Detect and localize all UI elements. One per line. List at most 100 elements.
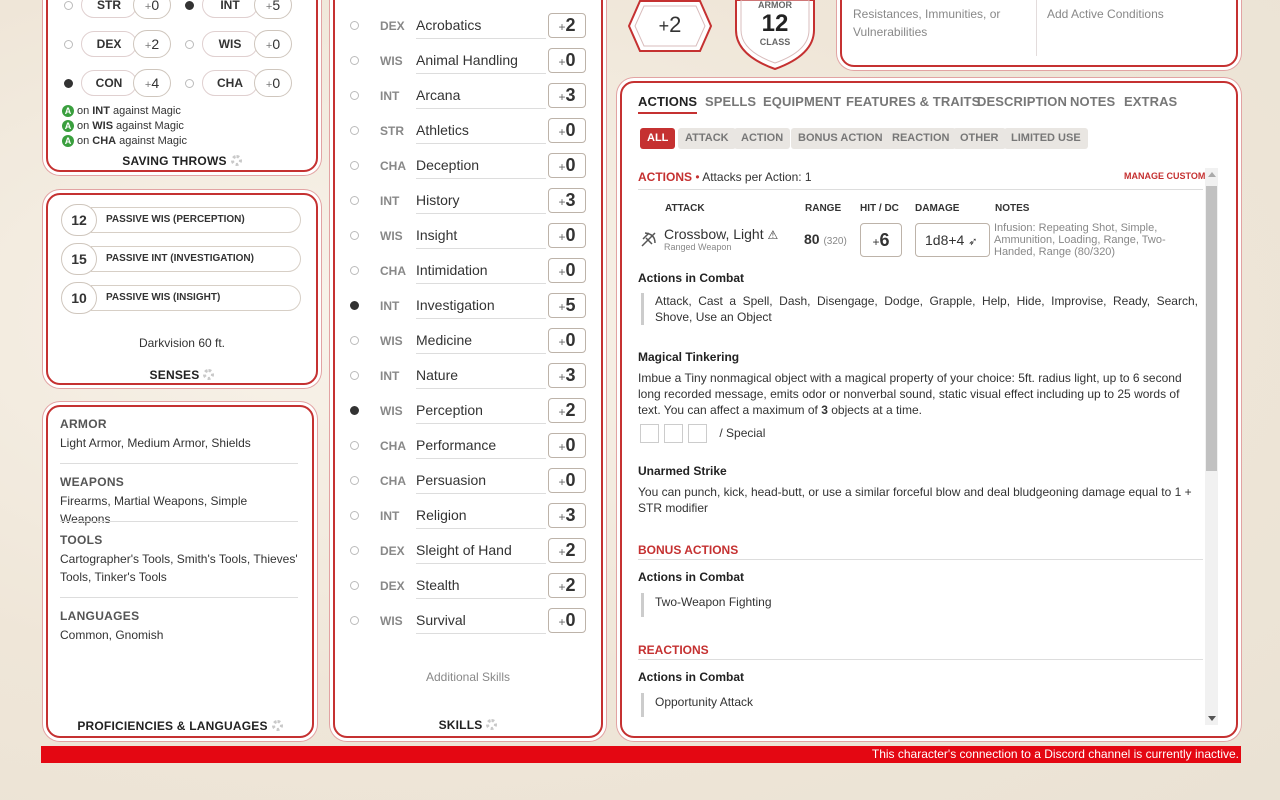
saving-throw-cha[interactable]: CHA +0 bbox=[185, 69, 292, 97]
proficiency-languages: LANGUAGES Common, Gnomish bbox=[60, 609, 300, 644]
skill-row-nature[interactable]: INT Nature +3 bbox=[345, 358, 590, 393]
scrollbar-thumb[interactable] bbox=[1206, 186, 1217, 471]
gear-icon[interactable] bbox=[271, 720, 283, 731]
saving-throw-bonus[interactable]: +0 bbox=[254, 69, 292, 97]
saving-throw-bonus[interactable]: +0 bbox=[254, 30, 292, 58]
skill-bonus-button[interactable]: +0 bbox=[548, 118, 586, 143]
filter-attack[interactable]: ATTACK bbox=[678, 128, 736, 149]
filter-reaction[interactable]: REACTION bbox=[885, 128, 957, 149]
scrollbar-track[interactable] bbox=[1205, 168, 1218, 725]
skill-bonus-button[interactable]: +2 bbox=[548, 398, 586, 423]
filter-bonus-action[interactable]: BONUS ACTION bbox=[791, 128, 890, 149]
skill-bonus-button[interactable]: +0 bbox=[548, 223, 586, 248]
attack-name[interactable]: Crossbow, Light ⚠ bbox=[664, 226, 778, 242]
proficiency-text: Cartographer's Tools, Smith's Tools, Thi… bbox=[60, 552, 298, 584]
tab-features-traits[interactable]: FEATURES & TRAITS bbox=[846, 94, 980, 109]
skill-bonus-button[interactable]: +2 bbox=[548, 538, 586, 563]
skill-bonus-button[interactable]: +5 bbox=[548, 293, 586, 318]
skill-row-intimidation[interactable]: CHA Intimidation +0 bbox=[345, 253, 590, 288]
saving-throw-wis[interactable]: WIS +0 bbox=[185, 30, 292, 58]
skill-bonus-button[interactable]: +3 bbox=[548, 83, 586, 108]
attack-row[interactable]: Crossbow, Light ⚠ Ranged Weapon 80 (320)… bbox=[638, 220, 1202, 260]
saving-throw-bonus[interactable]: +4 bbox=[133, 69, 171, 97]
tab-notes[interactable]: NOTES bbox=[1070, 94, 1115, 109]
skill-bonus-button[interactable]: +2 bbox=[548, 13, 586, 38]
tab-description[interactable]: DESCRIPTION bbox=[977, 94, 1067, 109]
skill-row-persuasion[interactable]: CHA Persuasion +0 bbox=[345, 463, 590, 498]
skill-bonus-button[interactable]: +0 bbox=[548, 608, 586, 633]
skill-row-athletics[interactable]: STR Athletics +0 bbox=[345, 113, 590, 148]
saving-throw-bonus[interactable]: +2 bbox=[133, 30, 171, 58]
manage-custom-link[interactable]: MANAGE CUSTOM bbox=[1124, 171, 1205, 181]
skill-row-perception[interactable]: WIS Perception +2 bbox=[345, 393, 590, 428]
conditions-text[interactable]: Add Active Conditions bbox=[1047, 5, 1164, 23]
unarmed-strike-title[interactable]: Unarmed Strike bbox=[638, 464, 727, 478]
scrollbar-down-arrow[interactable] bbox=[1208, 716, 1216, 721]
bonus-actions-header: BONUS ACTIONS bbox=[638, 543, 739, 557]
skill-bonus-button[interactable]: +0 bbox=[548, 48, 586, 73]
tab-extras[interactable]: EXTRAS bbox=[1124, 94, 1177, 109]
skill-row-acrobatics[interactable]: DEX Acrobatics +2 bbox=[345, 8, 590, 43]
skill-bonus-button[interactable]: +3 bbox=[548, 188, 586, 213]
saving-throw-str[interactable]: STR +0 bbox=[64, 0, 171, 19]
magical-tinkering-title[interactable]: Magical Tinkering bbox=[638, 350, 739, 364]
saving-throw-bonus[interactable]: +5 bbox=[254, 0, 292, 19]
skills-label[interactable]: SKILLS bbox=[333, 718, 603, 732]
skill-bonus-button[interactable]: +0 bbox=[548, 328, 586, 353]
tab-equipment[interactable]: EQUIPMENT bbox=[763, 94, 841, 109]
skill-row-stealth[interactable]: DEX Stealth +2 bbox=[345, 568, 590, 603]
saving-throw-int[interactable]: INT +5 bbox=[185, 0, 292, 19]
use-checkbox[interactable] bbox=[640, 424, 659, 443]
skill-bonus-button[interactable]: +2 bbox=[548, 573, 586, 598]
tab-spells[interactable]: SPELLS bbox=[705, 94, 756, 109]
attack-hit-button[interactable]: +6 bbox=[860, 223, 902, 257]
saving-throw-con[interactable]: CON +4 bbox=[64, 69, 171, 97]
skill-bonus-button[interactable]: +0 bbox=[548, 258, 586, 283]
gear-icon[interactable] bbox=[203, 369, 215, 380]
skill-row-religion[interactable]: INT Religion +3 bbox=[345, 498, 590, 533]
filter-all[interactable]: ALL bbox=[640, 128, 676, 149]
opportunity-attack-item[interactable]: Opportunity Attack bbox=[641, 693, 941, 717]
advantage-note: Aon INT against Magic bbox=[62, 105, 181, 117]
saving-throws-label[interactable]: SAVING THROWS bbox=[46, 154, 318, 168]
skill-row-insight[interactable]: WIS Insight +0 bbox=[345, 218, 590, 253]
gear-icon[interactable] bbox=[230, 155, 242, 166]
skill-row-performance[interactable]: CHA Performance +0 bbox=[345, 428, 590, 463]
scrollbar-up-arrow[interactable] bbox=[1208, 172, 1216, 177]
column-header-attack: ATTACK bbox=[665, 203, 705, 214]
passive-sense[interactable]: 12 PASSIVE WIS (PERCEPTION) bbox=[61, 204, 301, 236]
skill-row-medicine[interactable]: WIS Medicine +0 bbox=[345, 323, 590, 358]
skill-row-investigation[interactable]: INT Investigation +5 bbox=[345, 288, 590, 323]
tab-actions[interactable]: ACTIONS bbox=[638, 94, 698, 114]
gear-icon[interactable] bbox=[486, 719, 498, 730]
skill-bonus-button[interactable]: +0 bbox=[548, 468, 586, 493]
attack-damage-button[interactable]: 1d8+4 ➶ bbox=[915, 223, 990, 257]
skill-bonus-button[interactable]: +0 bbox=[548, 433, 586, 458]
skill-bonus-button[interactable]: +3 bbox=[548, 503, 586, 528]
passive-sense[interactable]: 15 PASSIVE INT (INVESTIGATION) bbox=[61, 243, 301, 275]
filter-action[interactable]: ACTION bbox=[734, 128, 791, 149]
actions-in-combat-list[interactable]: Attack, Cast a Spell, Dash, Disengage, D… bbox=[641, 293, 1198, 325]
additional-skills-link[interactable]: Additional Skills bbox=[333, 670, 603, 684]
skill-row-sleight-of-hand[interactable]: DEX Sleight of Hand +2 bbox=[345, 533, 590, 568]
skill-row-arcana[interactable]: INT Arcana +3 bbox=[345, 78, 590, 113]
filter-limited-use[interactable]: LIMITED USE bbox=[1004, 128, 1088, 149]
use-checkbox[interactable] bbox=[664, 424, 683, 443]
filter-other[interactable]: OTHER bbox=[953, 128, 1006, 149]
proficiency-dot bbox=[350, 56, 359, 65]
use-checkbox[interactable] bbox=[688, 424, 707, 443]
senses-label[interactable]: SENSES bbox=[46, 368, 318, 382]
defenses-text[interactable]: Resistances, Immunities, or Vulnerabilit… bbox=[853, 5, 1023, 41]
saving-throw-dex[interactable]: DEX +2 bbox=[64, 30, 171, 58]
proficiencies-label[interactable]: PROFICIENCIES & LANGUAGES bbox=[46, 719, 314, 733]
skill-row-history[interactable]: INT History +3 bbox=[345, 183, 590, 218]
skill-bonus-button[interactable]: +3 bbox=[548, 363, 586, 388]
two-weapon-fighting-item[interactable]: Two-Weapon Fighting bbox=[641, 593, 941, 617]
saving-throw-bonus[interactable]: +0 bbox=[133, 0, 171, 19]
skill-row-animal-handling[interactable]: WIS Animal Handling +0 bbox=[345, 43, 590, 78]
skill-row-survival[interactable]: WIS Survival +0 bbox=[345, 603, 590, 638]
passive-sense[interactable]: 10 PASSIVE WIS (INSIGHT) bbox=[61, 282, 301, 314]
skill-bonus-button[interactable]: +0 bbox=[548, 153, 586, 178]
skill-row-deception[interactable]: CHA Deception +0 bbox=[345, 148, 590, 183]
proficiency-dot bbox=[64, 0, 73, 10]
